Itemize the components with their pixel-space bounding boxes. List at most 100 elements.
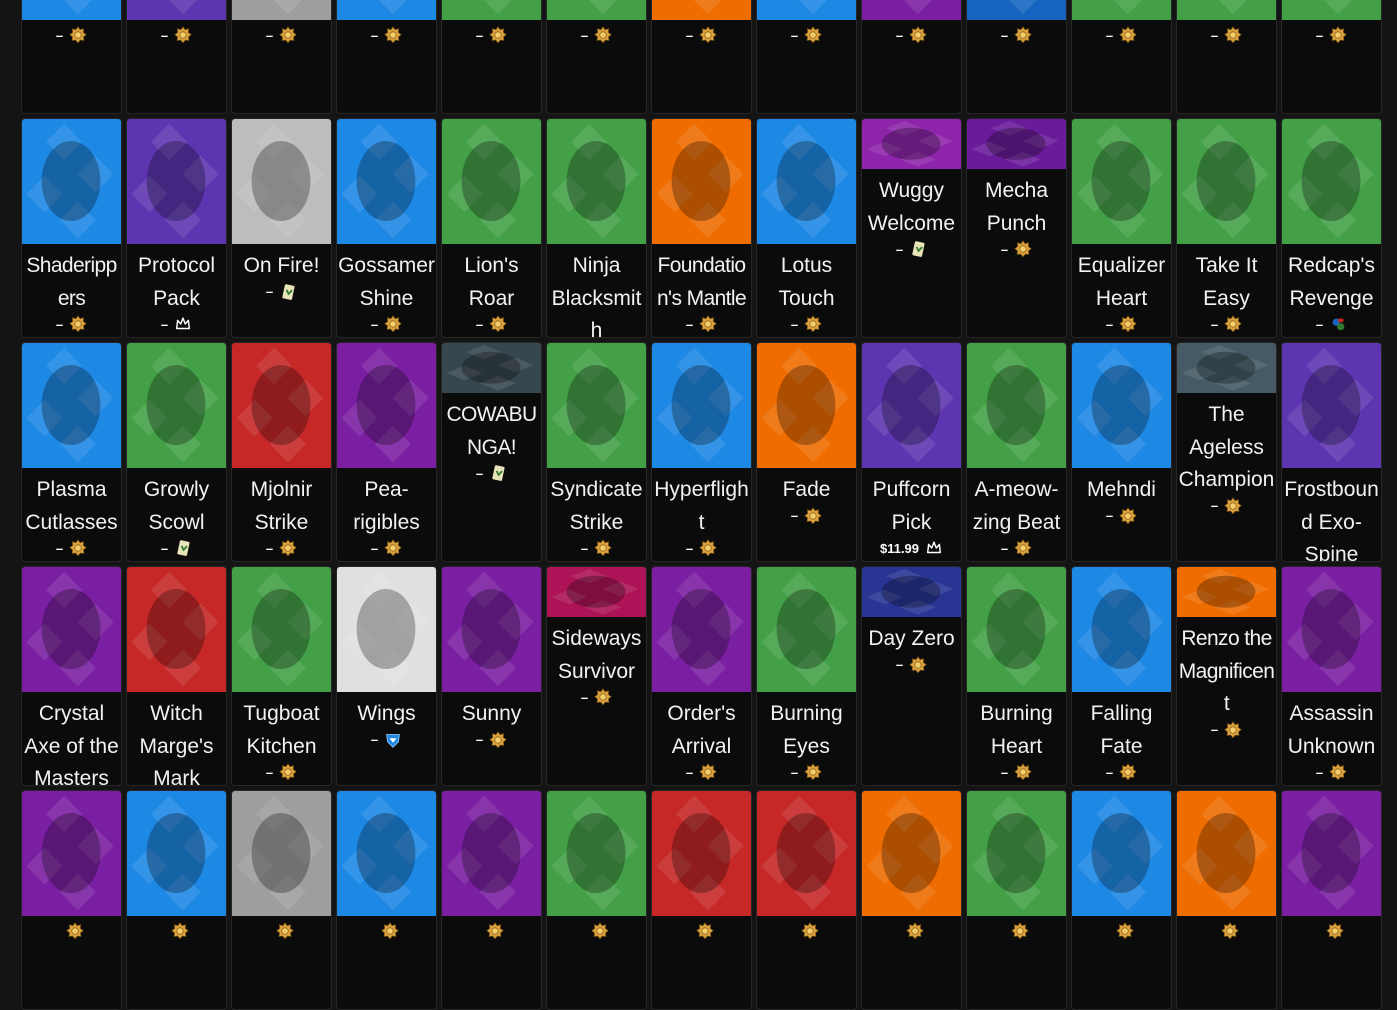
cosmetic-card[interactable]	[1281, 790, 1382, 1010]
cosmetic-card[interactable]: Tugboat Kitchen –	[231, 566, 332, 786]
cosmetic-info: Burning Heart –	[967, 698, 1066, 783]
cosmetic-image	[967, 791, 1066, 916]
cosmetic-info: –	[337, 26, 436, 46]
cosmetic-image	[127, 567, 226, 692]
cosmetic-card[interactable]	[651, 790, 752, 1010]
cosmetic-name: Take It Easy	[1195, 254, 1258, 310]
cosmetic-card[interactable]: Plasma Cutlasses –	[21, 342, 122, 562]
cosmetic-card[interactable]	[861, 790, 962, 1010]
cosmetic-card[interactable]: Wings –	[336, 566, 437, 786]
cosmetic-image	[232, 119, 331, 244]
battlepass-icon	[69, 315, 87, 333]
cosmetic-info: Mjolnir Strike –	[232, 474, 331, 559]
battlepass-icon	[804, 506, 822, 525]
cosmetic-card[interactable]: A-meow-zing Beat –	[966, 342, 1067, 562]
price-text: –	[1315, 764, 1324, 780]
cosmetic-card[interactable]: –	[546, 0, 647, 114]
cosmetic-image	[547, 119, 646, 244]
battlepass-icon	[1014, 539, 1032, 557]
cosmetic-card[interactable]: Falling Fate –	[1071, 566, 1172, 786]
cosmetic-card[interactable]: Foundation's Mantle –	[651, 118, 752, 338]
cosmetic-info	[1072, 922, 1171, 942]
cosmetic-card[interactable]: Protocol Pack –	[126, 118, 227, 338]
cosmetic-price: –	[127, 24, 226, 46]
cosmetic-info	[547, 922, 646, 942]
cosmetic-card[interactable]: –	[441, 0, 542, 114]
battlepass-icon	[699, 315, 717, 333]
cosmetic-card[interactable]: Sideways Survivor –	[546, 566, 647, 786]
cosmetic-card[interactable]: COWABUNGA! –	[441, 342, 542, 562]
cosmetic-card[interactable]: Mjolnir Strike –	[231, 342, 332, 562]
cosmetic-card[interactable]: Pea-rigibles –	[336, 342, 437, 562]
cosmetic-card[interactable]: –	[21, 0, 122, 114]
battlepass-icon	[1010, 922, 1029, 940]
battlepass-icon	[1014, 240, 1032, 258]
cosmetic-card[interactable]: Order's Arrival –	[651, 566, 752, 786]
cosmetic-card[interactable]: –	[861, 0, 962, 114]
cosmetic-card[interactable]	[126, 790, 227, 1010]
cosmetic-card[interactable]: –	[966, 0, 1067, 114]
cosmetic-card[interactable]: Take It Easy –	[1176, 118, 1277, 338]
cosmetic-card[interactable]	[1071, 790, 1172, 1010]
cosmetic-card[interactable]: Lion's Roar –	[441, 118, 542, 338]
cosmetic-card[interactable]: –	[756, 0, 857, 114]
cosmetic-card[interactable]	[21, 790, 122, 1010]
cosmetic-name: Falling Fate	[1090, 702, 1153, 758]
cosmetic-image	[967, 567, 1066, 692]
cosmetic-card[interactable]: Shaderippers –	[21, 118, 122, 338]
cosmetic-card[interactable]: Witch Marge's Mark–	[126, 566, 227, 786]
cosmetic-card[interactable]: Ninja Blacksmith–	[546, 118, 647, 338]
cosmetic-card[interactable]: Redcap's Revenge –	[1281, 118, 1382, 338]
cosmetic-card[interactable]: –	[336, 0, 437, 114]
cosmetic-card[interactable]: Burning Heart –	[966, 566, 1067, 786]
cosmetic-card[interactable]: The Ageless Champion –	[1176, 342, 1277, 562]
cosmetic-name: Sunny	[461, 702, 522, 725]
cosmetic-price: –	[1177, 719, 1276, 741]
cosmetic-card[interactable]: Growly Scowl –	[126, 342, 227, 562]
cosmetic-card[interactable]: –	[651, 0, 752, 114]
cosmetic-card[interactable]: Wuggy Welcome –	[861, 118, 962, 338]
cosmetic-card[interactable]: Frostbound Exo-Spine$11.99	[1281, 342, 1382, 562]
cosmetic-card[interactable]	[966, 790, 1067, 1010]
cosmetic-card[interactable]	[336, 790, 437, 1010]
cosmetic-price: –	[22, 537, 121, 559]
cosmetic-price	[1072, 920, 1171, 942]
price-text: –	[1000, 241, 1009, 257]
cosmetic-card[interactable]	[441, 790, 542, 1010]
cosmetic-card[interactable]: Assassin Unknown –	[1281, 566, 1382, 786]
cosmetic-card[interactable]	[231, 790, 332, 1010]
cosmetic-card[interactable]: Mecha Punch –	[966, 118, 1067, 338]
cosmetic-card[interactable]: –	[231, 0, 332, 114]
cosmetic-card[interactable]: –	[126, 0, 227, 114]
cosmetic-price: –	[337, 537, 436, 559]
cosmetic-card[interactable]: Syndicate Strike –	[546, 342, 647, 562]
cosmetic-card[interactable]: Day Zero –	[861, 566, 962, 786]
cosmetic-card[interactable]: Hyperflight –	[651, 342, 752, 562]
cosmetic-image	[1177, 119, 1276, 244]
cosmetic-card[interactable]: Gossamer Shine –	[336, 118, 437, 338]
cosmetic-card[interactable]: Renzo the Magnificent –	[1176, 566, 1277, 786]
cosmetic-card[interactable]: Puffcorn Pick $11.99	[861, 342, 962, 562]
cosmetic-card[interactable]: –	[1176, 0, 1277, 114]
cosmetic-price: –	[232, 537, 331, 559]
price-text: –	[685, 316, 694, 332]
cosmetic-card[interactable]: Mehndi –	[1071, 342, 1172, 562]
cosmetic-card[interactable]: Equalizer Heart –	[1071, 118, 1172, 338]
cosmetic-image	[1177, 791, 1276, 916]
cosmetic-card[interactable]: Fade –	[756, 342, 857, 562]
cosmetic-card[interactable]: Burning Eyes –	[756, 566, 857, 786]
cosmetic-card[interactable]	[546, 790, 647, 1010]
cosmetic-card[interactable]: Crystal Axe of the Masters–	[21, 566, 122, 786]
cosmetic-image	[232, 567, 331, 692]
cosmetic-info: Mehndi –	[1072, 474, 1171, 527]
cosmetic-card[interactable]: –	[1281, 0, 1382, 114]
cosmetic-card[interactable]: Sunny –	[441, 566, 542, 786]
cosmetic-card[interactable]	[1176, 790, 1277, 1010]
cosmetic-card[interactable]: –	[1071, 0, 1172, 114]
price-text: –	[55, 27, 64, 43]
cosmetic-price: –	[547, 537, 646, 559]
cosmetic-card[interactable]: Lotus Touch –	[756, 118, 857, 338]
cosmetic-card[interactable]: On Fire! –	[231, 118, 332, 338]
cosmetic-card[interactable]	[756, 790, 857, 1010]
battlepass-icon	[1224, 720, 1242, 739]
